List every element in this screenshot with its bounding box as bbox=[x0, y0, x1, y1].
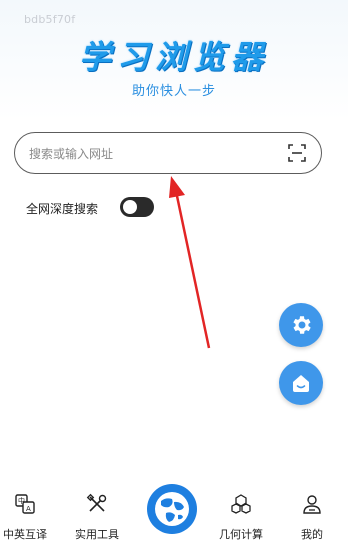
tools-icon bbox=[86, 493, 107, 512]
brand-slogan: 助你快人一步 bbox=[131, 84, 216, 99]
user-icon bbox=[303, 495, 321, 514]
watermark-text: bdb5f70f bbox=[24, 13, 76, 26]
nav-mine[interactable]: 我的 bbox=[282, 488, 342, 548]
geometry-icon bbox=[231, 494, 251, 514]
nav-browser-home[interactable] bbox=[147, 484, 197, 534]
svg-text:中: 中 bbox=[18, 496, 25, 505]
nav-geometry[interactable]: 几何计算 bbox=[211, 488, 271, 548]
translate-icon: 中 A bbox=[15, 494, 35, 514]
deep-search-toggle[interactable] bbox=[120, 197, 154, 217]
gear-icon bbox=[293, 316, 311, 334]
settings-fab[interactable] bbox=[279, 303, 323, 347]
nav-label-mine: 我的 bbox=[301, 528, 323, 541]
globe-icon bbox=[155, 492, 189, 526]
nav-label-geometry: 几何计算 bbox=[219, 528, 263, 541]
search-input[interactable] bbox=[27, 133, 271, 174]
svg-text:A: A bbox=[26, 505, 31, 513]
home-fab[interactable] bbox=[279, 361, 323, 405]
nav-translate[interactable]: 中 A 中英互译 bbox=[0, 488, 55, 548]
search-box[interactable] bbox=[14, 132, 322, 174]
nav-label-tools: 实用工具 bbox=[75, 528, 119, 541]
deep-search-label: 全网深度搜索 bbox=[26, 202, 99, 216]
scan-icon[interactable] bbox=[287, 143, 307, 163]
toggle-knob bbox=[123, 200, 137, 214]
nav-label-translate: 中英互译 bbox=[3, 528, 47, 541]
home-icon bbox=[293, 375, 309, 392]
bottom-nav: 中 A 中英互译 实用工具 几何计算 我的 bbox=[0, 484, 348, 548]
nav-tools[interactable]: 实用工具 bbox=[67, 488, 127, 548]
brand-title: 学习浏览器 bbox=[78, 38, 269, 76]
